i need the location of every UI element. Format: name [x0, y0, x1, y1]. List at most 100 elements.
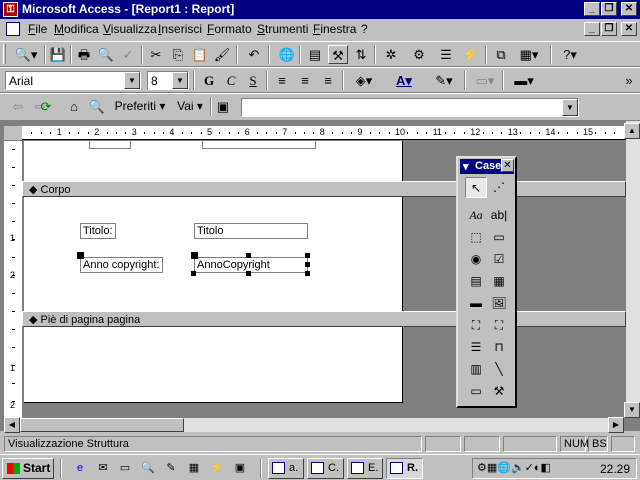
vertical-ruler[interactable]: 1212: [4, 141, 22, 418]
sorting-grouping-icon[interactable]: ⇅: [351, 45, 371, 64]
move-handle[interactable]: [191, 252, 198, 259]
doc-restore-button[interactable]: ❐: [601, 22, 617, 36]
task-button-c[interactable]: C.: [307, 458, 344, 479]
title-label[interactable]: Titolo:: [80, 223, 116, 239]
fill-color-icon[interactable]: ◈▾: [348, 71, 380, 90]
database-window-icon[interactable]: ⧉: [491, 45, 511, 64]
back-icon[interactable]: ⇦: [8, 97, 28, 116]
menu-inserisci[interactable]: Inserisci: [158, 22, 202, 36]
doc-minimize-button[interactable]: _: [584, 22, 600, 36]
page-footer-section[interactable]: [24, 327, 403, 403]
autoformat-icon[interactable]: ✲: [381, 45, 401, 64]
search-web-icon[interactable]: 🔍: [87, 97, 107, 116]
home-icon[interactable]: ⌂: [64, 97, 84, 116]
bold-button[interactable]: G: [199, 71, 219, 90]
list-box-icon[interactable]: ▦: [488, 271, 510, 292]
section-bar-body[interactable]: ◆ Corpo: [22, 181, 626, 197]
chevron-down-icon[interactable]: ▼: [124, 72, 140, 89]
app-icon[interactable]: ▣: [233, 461, 247, 475]
more-controls-icon[interactable]: ⚒: [488, 381, 510, 402]
scroll-right-icon[interactable]: ▶: [608, 417, 624, 433]
page-header-area[interactable]: [24, 141, 403, 181]
align-left-icon[interactable]: ≡: [272, 71, 292, 90]
task-button-word[interactable]: a.: [268, 458, 304, 479]
copyright-textbox[interactable]: AnnoCopyright: [194, 257, 308, 273]
underline-button[interactable]: S: [243, 71, 263, 90]
ie-icon[interactable]: e: [73, 461, 87, 475]
save-icon[interactable]: 💾: [48, 45, 68, 64]
header-control[interactable]: [89, 141, 131, 149]
move-handle[interactable]: [77, 252, 84, 259]
toolbox-close-button[interactable]: ✕: [501, 159, 514, 172]
close-button[interactable]: ✕: [621, 2, 637, 16]
body-section[interactable]: Titolo: Titolo Anno copyright: AnnoCopyr…: [24, 197, 403, 311]
spelling-icon[interactable]: ✓: [118, 45, 138, 64]
explorer-icon[interactable]: 🔍: [141, 461, 155, 475]
minimize-button[interactable]: _: [584, 2, 600, 16]
command-button-icon[interactable]: ▬: [465, 293, 487, 314]
field-list-icon[interactable]: ▤: [305, 45, 325, 64]
line-width-icon[interactable]: ▭▾: [470, 71, 500, 90]
app-icon[interactable]: ▦: [187, 461, 201, 475]
page-break-icon[interactable]: ☰: [465, 337, 487, 358]
view-icon[interactable]: 🔍▾: [10, 45, 42, 64]
resize-handle[interactable]: [305, 253, 310, 258]
menu-visualizza[interactable]: Visualizza: [103, 22, 157, 36]
toolbox-menu-icon[interactable]: ▾: [463, 160, 469, 173]
chevron-down-icon[interactable]: ▼: [172, 72, 188, 89]
unbound-object-icon[interactable]: ⛶: [465, 315, 487, 336]
show-only-web-toolbar-icon[interactable]: ▣: [213, 97, 233, 116]
menu-strumenti[interactable]: Strumenti: [257, 22, 308, 36]
task-button-explorer[interactable]: E.: [347, 458, 383, 479]
scroll-up-icon[interactable]: ▲: [624, 123, 640, 139]
report-doc-icon[interactable]: [6, 22, 20, 36]
scroll-down-icon[interactable]: ▼: [624, 402, 640, 418]
toolbox-icon[interactable]: ⚒: [328, 45, 348, 64]
font-name-combo[interactable]: Arial ▼: [5, 71, 141, 90]
italic-button[interactable]: C: [221, 71, 241, 90]
outlook-icon[interactable]: ✉: [96, 461, 110, 475]
task-button-report[interactable]: R.: [386, 458, 423, 479]
new-object-icon[interactable]: ▦▾: [514, 45, 544, 64]
option-button-icon[interactable]: ◉: [465, 249, 487, 270]
resize-handle[interactable]: [191, 271, 196, 276]
access-key-icon[interactable]: ⚿: [3, 2, 18, 17]
start-button[interactable]: Start: [2, 458, 54, 479]
vertical-scrollbar[interactable]: [626, 121, 640, 418]
refresh-icon[interactable]: ⟳: [36, 97, 56, 116]
menu-help[interactable]: ?: [361, 22, 368, 36]
favorites-button[interactable]: Preferiti ▾: [112, 97, 168, 116]
desktop-icon[interactable]: ▭: [118, 461, 132, 475]
resize-handle[interactable]: [246, 271, 251, 276]
scroll-left-icon[interactable]: ◀: [4, 417, 20, 433]
label-tool-icon[interactable]: Aa: [465, 205, 487, 226]
header-control[interactable]: [202, 141, 316, 149]
menu-formato[interactable]: Formato: [207, 22, 252, 36]
combo-box-icon[interactable]: ▤: [465, 271, 487, 292]
line-tool-icon[interactable]: ╲: [488, 359, 510, 380]
doc-close-button[interactable]: ✕: [621, 22, 637, 36]
menu-modifica[interactable]: Modifica: [54, 22, 99, 36]
bound-object-icon[interactable]: ⛶: [488, 315, 510, 336]
code-icon[interactable]: ⚙: [409, 45, 429, 64]
section-bar-page-footer[interactable]: ◆ Piè di pagina pagina: [22, 311, 626, 327]
align-center-icon[interactable]: ≡: [295, 71, 315, 90]
subform-icon[interactable]: ▥: [465, 359, 487, 380]
title-textbox[interactable]: Titolo: [194, 223, 308, 239]
menu-file[interactable]: File: [28, 22, 47, 36]
align-right-icon[interactable]: ≡: [318, 71, 338, 90]
undo-icon[interactable]: ↶: [244, 45, 264, 64]
properties-icon[interactable]: ☰: [436, 45, 456, 64]
format-painter-icon[interactable]: 🖌: [212, 45, 232, 64]
rectangle-tool-icon[interactable]: ▭: [465, 381, 487, 402]
title-bar[interactable]: ⚿ Microsoft Access - [Report1 : Report] …: [0, 0, 640, 19]
paste-icon[interactable]: 📋: [190, 45, 210, 64]
toolbar-overflow-icon[interactable]: »: [622, 71, 636, 90]
font-size-combo[interactable]: 8 ▼: [147, 71, 189, 90]
copy-icon[interactable]: ⎘: [168, 45, 188, 64]
textbox-tool-icon[interactable]: ab|: [488, 205, 510, 226]
checkbox-icon[interactable]: ☑: [488, 249, 510, 270]
font-color-icon[interactable]: A▾: [388, 71, 420, 90]
menu-finestra[interactable]: Finestra: [313, 22, 356, 36]
toolbox-window[interactable]: ▾ Case ✕ ↖ ⋰ Aa ab| ⬚ ▭ ◉ ☑ ▤ ▦ ▬ 🖼 ⛶ ⛶ …: [456, 156, 517, 408]
